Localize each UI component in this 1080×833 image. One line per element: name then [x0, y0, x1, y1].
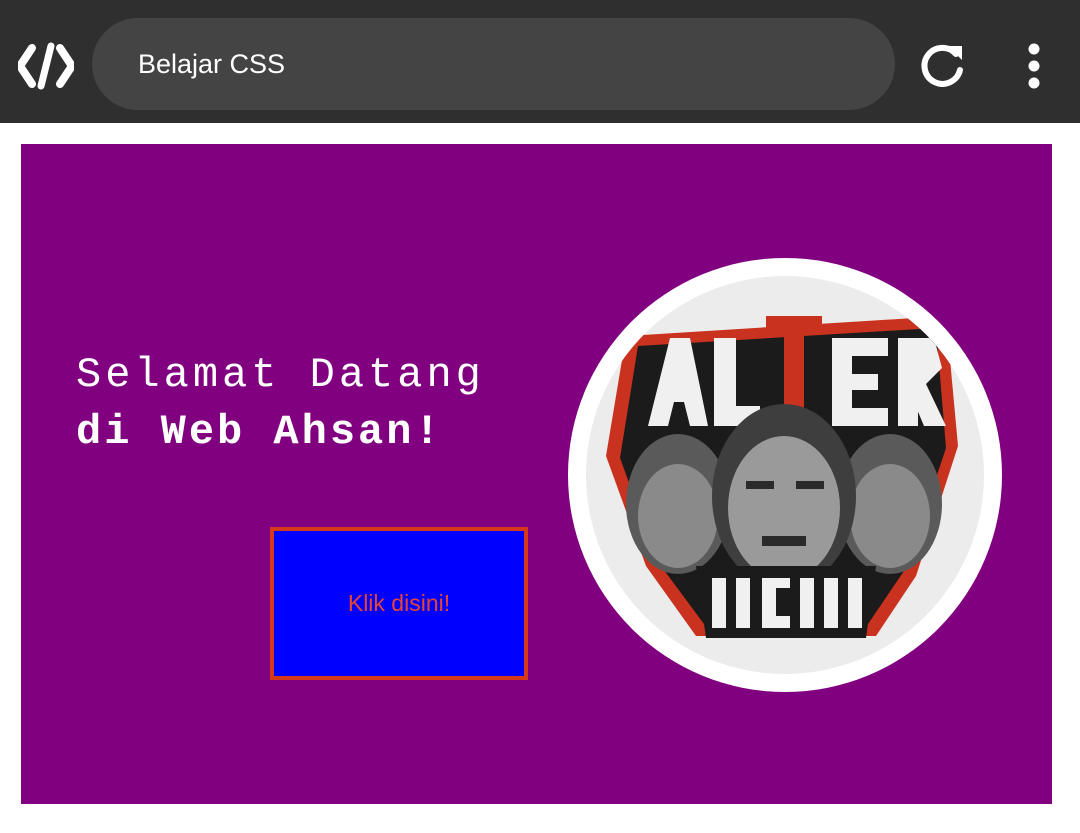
greeting-line-1: Selamat Datang — [76, 351, 485, 399]
more-vertical-icon[interactable] — [1016, 40, 1052, 92]
reload-icon[interactable] — [916, 40, 968, 92]
page-title: Belajar CSS — [138, 49, 286, 79]
click-here-button[interactable]: Klik disini! — [270, 527, 528, 680]
url-bar[interactable]: Belajar CSS — [92, 18, 895, 110]
greeting-line-2: di Web Ahsan! — [76, 408, 443, 456]
avatar-image — [586, 276, 984, 674]
hero-section: Selamat Datang di Web Ahsan! Klik disini… — [21, 144, 1052, 804]
avatar — [568, 258, 1002, 692]
greeting-heading: Selamat Datang di Web Ahsan! — [76, 348, 485, 462]
browser-toolbar: Belajar CSS — [0, 0, 1080, 123]
code-brackets-icon[interactable] — [16, 40, 76, 92]
